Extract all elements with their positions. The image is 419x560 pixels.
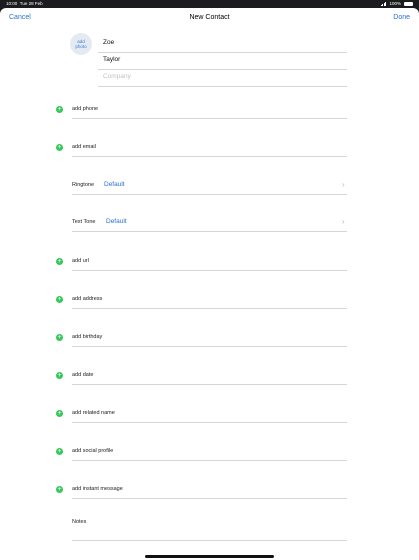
text-tone-label: Text Tone	[72, 219, 96, 225]
add-social-profile-row[interactable]: + add social profile	[0, 443, 419, 463]
add-icon: +	[56, 448, 63, 455]
status-time: 10:00 Tue 28 Feb	[6, 0, 43, 8]
add-social-profile-label: add social profile	[72, 448, 114, 454]
add-phone-row[interactable]: + add phone	[0, 101, 419, 121]
add-birthday-label: add birthday	[72, 334, 103, 340]
add-icon: +	[56, 372, 63, 379]
add-photo-button[interactable]: add photo	[70, 33, 92, 55]
date-text: Tue 28 Feb	[19, 1, 43, 6]
divider	[72, 540, 347, 541]
last-name-value: Taylor	[103, 56, 121, 63]
divider	[72, 194, 347, 195]
divider	[72, 308, 347, 309]
divider	[72, 156, 347, 157]
divider	[72, 460, 347, 461]
divider	[72, 384, 347, 385]
divider	[72, 422, 347, 423]
ringtone-value: Default	[104, 181, 125, 188]
first-name-field[interactable]: Zoe	[98, 35, 347, 53]
home-indicator[interactable]	[145, 555, 274, 558]
add-email-row[interactable]: + add email	[0, 139, 419, 159]
add-date-label: add date	[72, 372, 94, 378]
add-related-name-row[interactable]: + add related name	[0, 405, 419, 425]
time-text: 10:00	[6, 1, 18, 6]
done-button[interactable]: Done	[393, 14, 410, 21]
ringtone-row[interactable]: Ringtone Default ›	[0, 177, 419, 197]
add-icon: +	[56, 334, 63, 341]
page-title: New Contact	[189, 14, 230, 21]
add-url-row[interactable]: + add url	[0, 253, 419, 273]
add-instant-message-row[interactable]: + add instant message	[0, 481, 419, 501]
company-field[interactable]: Company	[98, 69, 347, 87]
add-address-row[interactable]: + add address	[0, 291, 419, 311]
new-contact-sheet: Cancel New Contact Done add photo Zoe Ta…	[0, 8, 419, 560]
chevron-right-icon: ›	[342, 180, 345, 189]
add-address-label: add address	[72, 296, 103, 302]
text-tone-value: Default	[106, 218, 127, 225]
ringtone-label: Ringtone	[72, 182, 95, 188]
add-url-label: add url	[72, 258, 89, 264]
add-icon: +	[56, 486, 63, 493]
divider	[72, 498, 347, 499]
add-related-name-label: add related name	[72, 410, 115, 416]
add-instant-message-label: add instant message	[72, 486, 123, 492]
signal-icon	[380, 2, 387, 6]
divider	[72, 270, 347, 271]
add-icon: +	[56, 258, 63, 265]
first-name-value: Zoe	[103, 39, 115, 46]
divider	[72, 118, 347, 119]
company-placeholder: Company	[103, 73, 131, 80]
add-icon: +	[56, 144, 63, 151]
add-icon: +	[56, 410, 63, 417]
add-icon: +	[56, 296, 63, 303]
add-birthday-row[interactable]: + add birthday	[0, 329, 419, 349]
add-phone-label: add phone	[72, 106, 98, 112]
notes-label: Notes	[72, 519, 87, 525]
nav-bar: Cancel New Contact Done	[0, 8, 419, 28]
battery-icon	[404, 2, 413, 6]
divider	[72, 346, 347, 347]
battery-percent: 100%	[389, 1, 401, 6]
text-tone-row[interactable]: Text Tone Default ›	[0, 214, 419, 234]
last-name-field[interactable]: Taylor	[98, 52, 347, 70]
add-email-label: add email	[72, 144, 96, 150]
divider	[72, 231, 347, 232]
status-right: 100%	[380, 0, 413, 8]
add-date-row[interactable]: + add date	[0, 367, 419, 387]
add-icon: +	[56, 106, 63, 113]
notes-field[interactable]: Notes	[0, 512, 419, 542]
status-bar: 10:00 Tue 28 Feb 100%	[0, 0, 419, 8]
chevron-right-icon: ›	[342, 217, 345, 226]
